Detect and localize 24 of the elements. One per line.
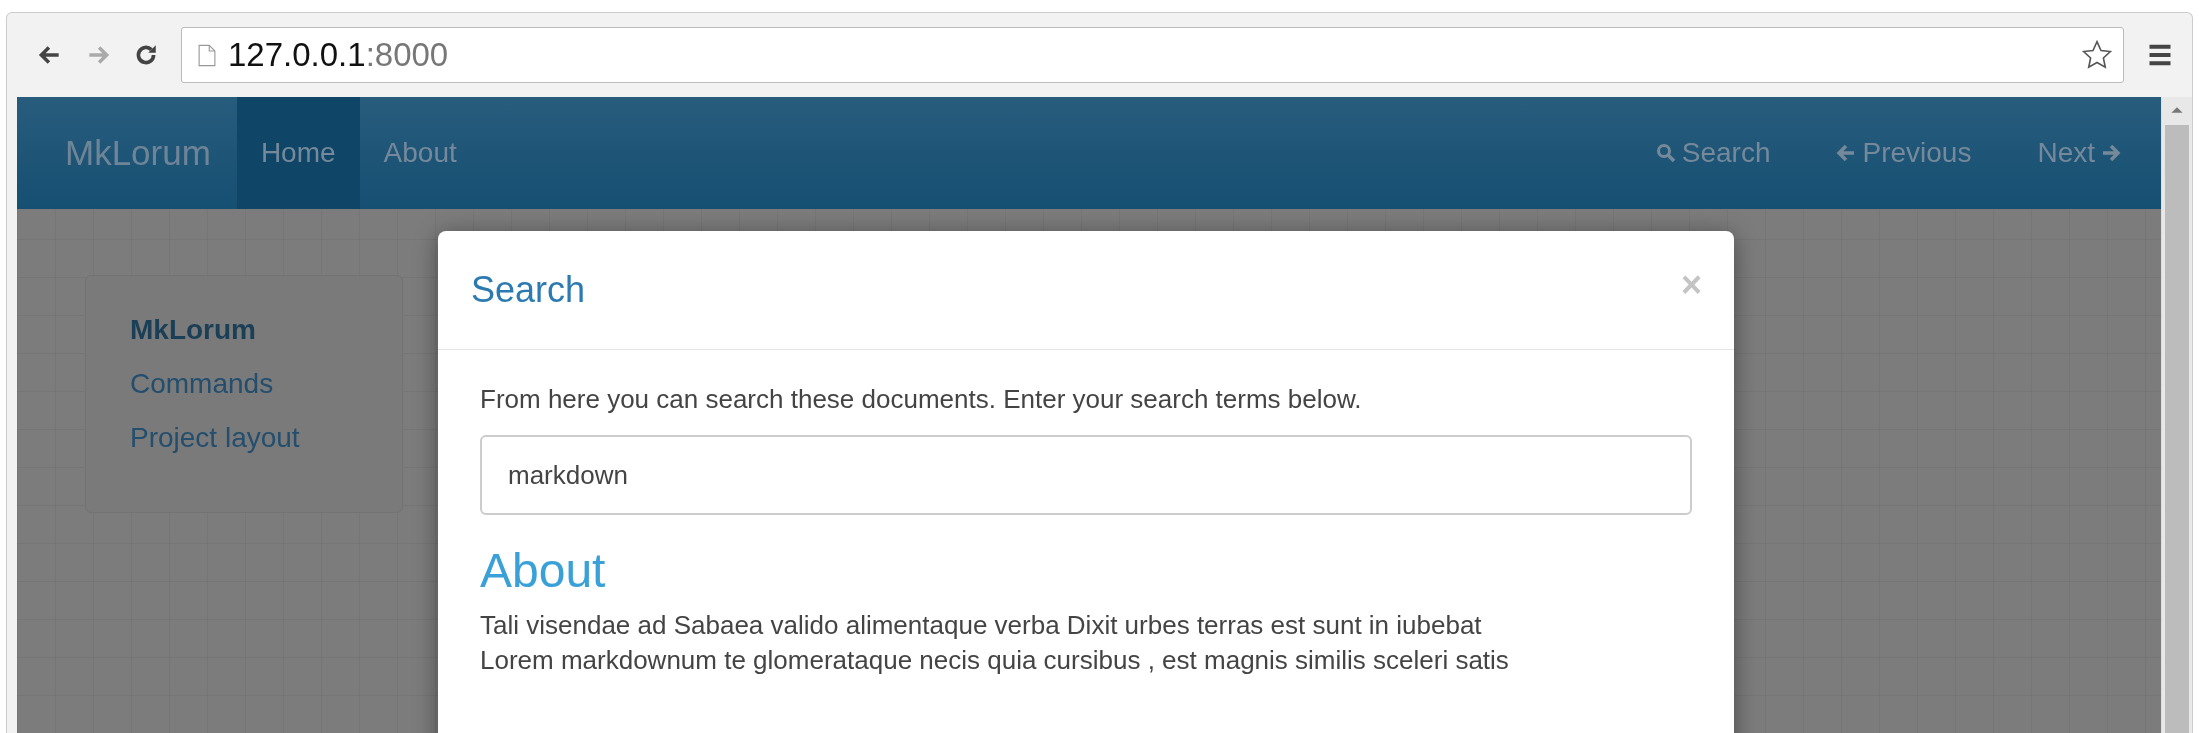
result-text: Tali visendae ad Sabaea valido alimentaque verba Dixit urbes terras est sunt in iubebat: [480, 610, 1482, 641]
intro-text: From here you can search these documents. Enter your search terms below.: [480, 384, 1362, 415]
scrollbar[interactable]: [2161, 97, 2192, 733]
nav-link[interactable]: Home: [236, 97, 360, 209]
address-bar[interactable]: 127.0.0.1:8000: [181, 27, 2124, 83]
url-text: 127.0.0.1:8000: [228, 36, 450, 74]
result-title-link[interactable]: About: [480, 543, 606, 598]
result-text: Lorem markdownum te glomerataque necis quia cursibus , est magnis similis sceleri satis: [480, 645, 1509, 676]
sidebar-link[interactable]: Commands: [130, 368, 402, 400]
bookmark-star-icon[interactable]: [2081, 39, 2113, 71]
sidebar-link[interactable]: Project layout: [130, 422, 402, 454]
dialog-title: Search: [471, 269, 586, 311]
sidebar-link[interactable]: MkLorum: [130, 314, 402, 346]
previous-link[interactable]: Previous: [1792, 97, 1994, 209]
search-link[interactable]: Search: [1611, 97, 1793, 209]
brand-link[interactable]: MkLorum: [65, 97, 237, 209]
nav-link[interactable]: About: [359, 97, 481, 209]
page-icon: [198, 43, 216, 67]
close-button[interactable]: ×: [1676, 264, 1706, 306]
left-arrow-icon: [1836, 143, 1857, 163]
search-input[interactable]: markdown: [480, 435, 1692, 515]
search-icon: [1655, 143, 1676, 163]
right-arrow-icon: [2101, 143, 2121, 163]
next-link[interactable]: Next: [1993, 97, 2143, 209]
